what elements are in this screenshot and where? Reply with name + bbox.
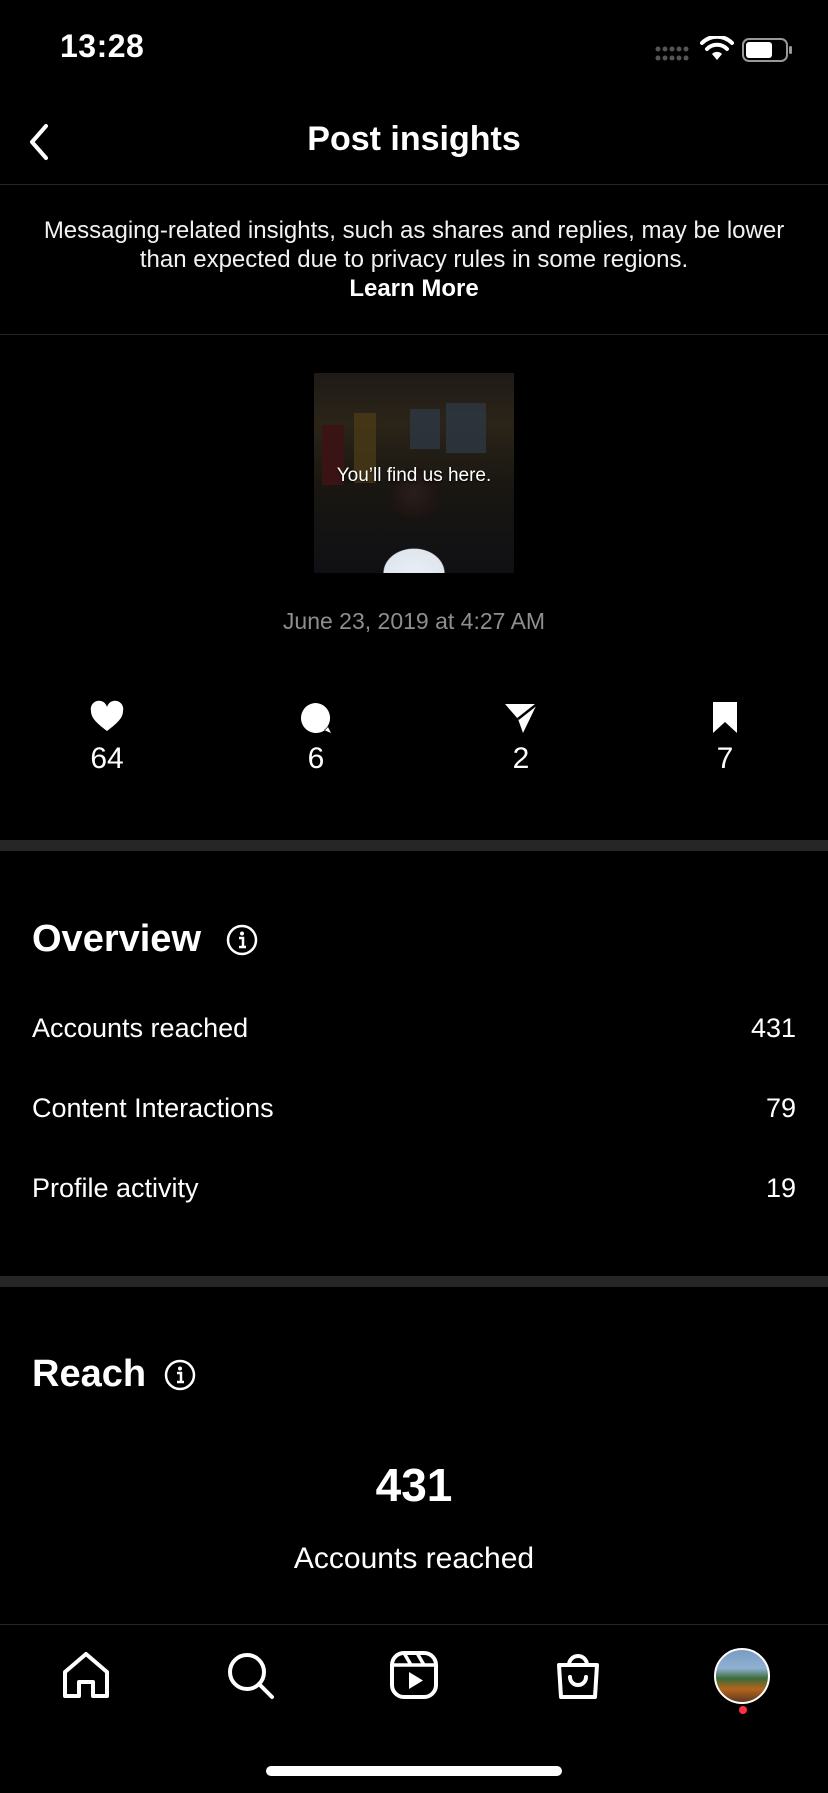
shop-icon[interactable] [551,1648,605,1702]
thumbnail-background-shape [446,403,486,453]
reels-icon[interactable] [387,1648,441,1702]
wifi-icon [700,36,734,60]
thumbnail-caption: You’ll find us here. [336,465,492,486]
thumbnail-background-shape [410,409,440,449]
header-divider [0,184,828,185]
likes-stat: 64 [47,700,167,776]
row-label: Accounts reached [32,1013,249,1043]
search-icon[interactable] [223,1648,277,1702]
row-value: 79 [765,1093,796,1123]
privacy-notice-text: Messaging-related insights, such as shar… [43,217,785,273]
reach-heading: Reach [32,1353,147,1395]
comment-icon [301,703,331,733]
info-icon[interactable] [164,1359,196,1391]
cellular-signal-icon [655,46,689,61]
bookmark-icon [713,702,737,733]
privacy-notice: Messaging-related insights, such as shar… [40,216,788,303]
home-icon[interactable] [59,1648,113,1702]
page-title: Post insights [307,120,521,158]
notification-dot [739,1706,747,1714]
saves-count: 7 [716,742,734,775]
battery-icon [742,38,792,62]
row-label: Content Interactions [32,1093,274,1123]
overview-row-accounts-reached[interactable]: Accounts reached 431 [32,1013,796,1044]
heart-icon [90,700,124,731]
reach-label: Accounts reached [293,1542,535,1575]
section-separator [0,840,828,851]
home-indicator [266,1766,562,1776]
info-icon[interactable] [226,924,258,956]
post-thumbnail[interactable]: You’ll find us here. [314,373,514,573]
section-separator [0,1276,828,1287]
overview-row-profile-activity[interactable]: Profile activity 19 [32,1173,796,1204]
row-value: 431 [750,1013,796,1043]
status-time: 13:28 [60,28,145,64]
likes-count: 64 [90,742,124,775]
reach-value: 431 [375,1459,453,1511]
shares-count: 2 [512,742,530,775]
overview-heading: Overview [32,918,201,960]
comments-stat: 6 [256,700,376,776]
learn-more-link[interactable]: Learn More [40,274,788,303]
overview-row-content-interactions[interactable]: Content Interactions 79 [32,1093,796,1124]
profile-avatar[interactable] [714,1648,770,1704]
comments-count: 6 [307,742,325,775]
notice-divider [0,334,828,335]
row-label: Profile activity [32,1173,199,1203]
row-value: 19 [765,1173,796,1203]
saves-stat: 7 [665,700,785,776]
shares-stat: 2 [461,700,581,776]
post-date: June 23, 2019 at 4:27 AM [282,608,546,634]
share-icon [505,703,538,733]
